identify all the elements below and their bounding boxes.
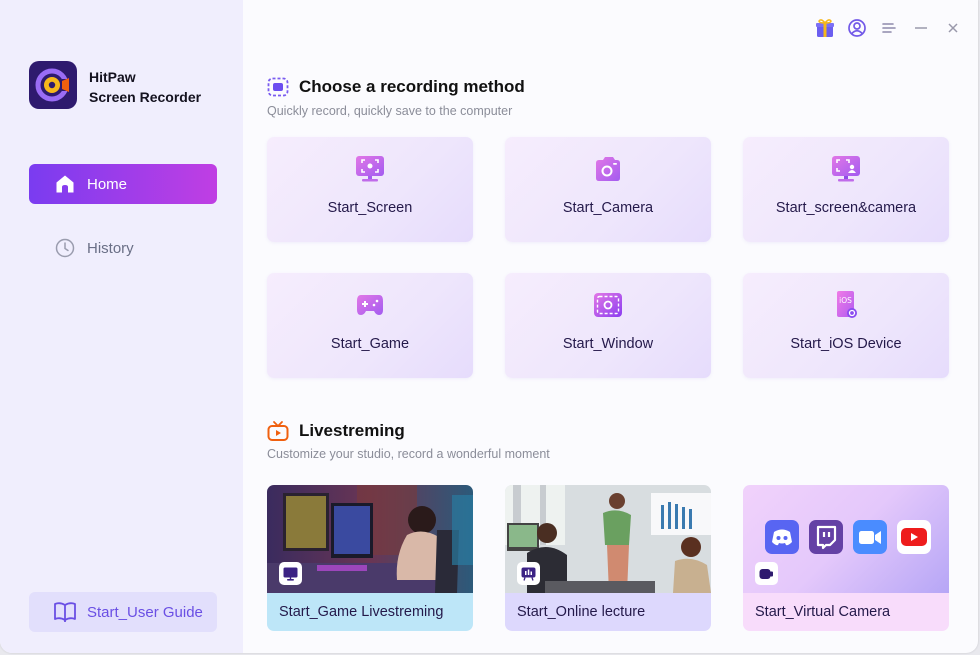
camera-icon [596, 157, 620, 181]
zoom-icon [853, 520, 887, 554]
close-button[interactable] [942, 16, 964, 40]
section-heading: Choose a recording method [299, 77, 525, 96]
window-record-icon [594, 293, 622, 317]
video-camera-icon [759, 568, 773, 579]
start-ios-device-card[interactable]: iOS Start_iOS Device [743, 273, 949, 378]
start-window-card[interactable]: Start_Window [505, 273, 711, 378]
monitor-icon [283, 567, 298, 581]
online-lecture-card[interactable]: Start_Online lecture [505, 485, 711, 631]
card-label: Start_Window [562, 336, 654, 352]
title-bar-controls [814, 16, 964, 40]
svg-text:iOS: iOS [839, 296, 852, 305]
game-badge [279, 562, 302, 585]
user-guide-button[interactable]: Start_User Guide [29, 592, 217, 632]
minimize-button[interactable] [910, 16, 932, 40]
start-screen-card[interactable]: Start_Screen [267, 137, 473, 242]
tv-icon [267, 421, 289, 441]
livestream-section-subtitle: Customize your studio, record a wonderfu… [267, 447, 550, 461]
record-method-icon [267, 77, 289, 97]
card-label: Start_Virtual Camera [743, 593, 949, 631]
twitch-icon [809, 520, 843, 554]
card-label: Start_screen&camera [775, 200, 917, 216]
app-logo-icon [29, 61, 77, 109]
app-window: HitPaw Screen Recorder Home History Star… [0, 0, 978, 653]
virtual-camera-card[interactable]: Start_Virtual Camera [743, 485, 949, 631]
clock-icon [55, 238, 75, 258]
card-label: Start_iOS Device [790, 336, 902, 352]
sidebar-item-history[interactable]: History [29, 228, 217, 268]
start-camera-card[interactable]: Start_Camera [505, 137, 711, 242]
youtube-icon [897, 520, 931, 554]
sidebar: HitPaw Screen Recorder Home History Star… [0, 0, 243, 653]
menu-icon [882, 23, 896, 33]
game-livestream-card[interactable]: Start_Game Livestreming [267, 485, 473, 631]
recording-section-title: Choose a recording method [267, 77, 525, 97]
user-guide-label: Start_User Guide [87, 603, 203, 621]
sidebar-item-home[interactable]: Home [29, 164, 217, 204]
book-icon [54, 602, 76, 622]
gamepad-icon [357, 295, 383, 315]
start-screen-camera-card[interactable]: Start_screen&camera [743, 137, 949, 242]
card-label: Start_Game Livestreming [267, 593, 473, 631]
virtual-camera-badge [755, 562, 778, 585]
lecture-badge [517, 562, 540, 585]
recording-section-subtitle: Quickly record, quickly save to the comp… [267, 104, 513, 118]
menu-button[interactable] [878, 16, 900, 40]
card-label: Start_Camera [562, 200, 654, 216]
ios-device-icon: iOS [837, 291, 857, 318]
screen-camera-icon [832, 156, 860, 182]
sidebar-item-label: Home [87, 175, 128, 193]
close-icon [948, 23, 958, 33]
gift-button[interactable] [814, 16, 836, 40]
app-brand: HitPaw Screen Recorder [89, 67, 201, 107]
screen-record-icon [356, 156, 384, 182]
account-icon [848, 19, 866, 37]
product-name: Screen Recorder [89, 89, 202, 105]
livestream-section-title: Livestreming [267, 420, 405, 442]
minimize-icon [915, 27, 927, 29]
gift-icon [816, 19, 834, 37]
card-label: Start_Online lecture [505, 593, 711, 631]
brand-name: HitPaw [89, 69, 136, 85]
card-label: Start_Game [330, 336, 410, 352]
home-icon [56, 175, 74, 193]
account-button[interactable] [846, 16, 868, 40]
start-game-card[interactable]: Start_Game [267, 273, 473, 378]
section-heading: Livestreming [299, 421, 405, 440]
discord-icon [765, 520, 799, 554]
sidebar-item-label: History [87, 239, 134, 257]
card-label: Start_Screen [327, 200, 413, 216]
presentation-icon [521, 567, 536, 581]
